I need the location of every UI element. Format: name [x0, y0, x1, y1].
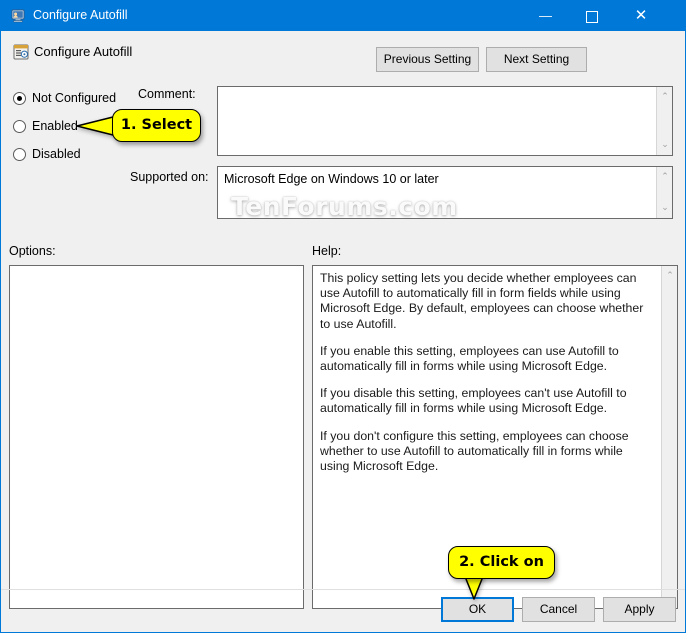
comment-scrollbar[interactable]: ⌃ ⌄	[656, 87, 672, 155]
supported-on-scrollbar[interactable]: ⌃ ⌄	[656, 167, 672, 218]
close-icon: ✕	[634, 7, 648, 24]
minimize-icon	[539, 16, 552, 17]
supported-on-label: Supported on:	[130, 170, 209, 184]
scroll-down-icon[interactable]: ⌄	[657, 201, 673, 215]
next-setting-button[interactable]: Next Setting	[486, 47, 587, 72]
comment-label: Comment:	[138, 87, 196, 101]
comment-input[interactable]: ⌃ ⌄	[217, 86, 673, 156]
previous-setting-button[interactable]: Previous Setting	[376, 47, 479, 72]
radio-disabled-label: Disabled	[32, 147, 81, 161]
help-scrollbar[interactable]: ⌃ ⌄	[661, 266, 677, 608]
policy-setting-icon	[13, 44, 29, 60]
footer-divider	[1, 589, 685, 590]
supported-on-value: Microsoft Edge on Windows 10 or later	[224, 172, 439, 186]
apply-button[interactable]: Apply	[603, 597, 676, 622]
help-text: This policy setting lets you decide whet…	[320, 271, 655, 474]
radio-disabled-mark	[13, 148, 26, 161]
radio-enabled-mark	[13, 120, 26, 133]
help-paragraph: If you enable this setting, employees ca…	[320, 343, 619, 374]
radio-not-configured-label: Not Configured	[32, 91, 117, 105]
policy-computer-icon	[11, 9, 25, 23]
maximize-button[interactable]	[569, 0, 615, 31]
minimize-button[interactable]	[523, 0, 569, 31]
help-paragraph: If you disable this setting, employees c…	[320, 386, 627, 416]
options-label: Options:	[9, 244, 56, 258]
radio-enabled-label: Enabled	[32, 119, 78, 133]
scroll-up-icon[interactable]: ⌃	[657, 90, 673, 104]
cancel-button[interactable]: Cancel	[522, 597, 595, 622]
help-paragraph: If you don't configure this setting, emp…	[320, 428, 629, 474]
close-button[interactable]: ✕	[617, 0, 665, 31]
callout-step2: 2. Click on	[448, 546, 555, 579]
scroll-down-icon[interactable]: ⌄	[657, 138, 673, 152]
maximize-icon	[586, 11, 598, 23]
callout-step1: 1. Select	[112, 109, 201, 142]
policy-name-heading: Configure Autofill	[34, 44, 133, 59]
help-label: Help:	[312, 244, 342, 258]
supported-on-field[interactable]: Microsoft Edge on Windows 10 or later ⌃ …	[217, 166, 673, 219]
scroll-up-icon[interactable]: ⌃	[657, 170, 673, 184]
radio-not-configured-mark	[13, 92, 26, 105]
scroll-up-icon[interactable]: ⌃	[662, 269, 678, 283]
window-title: Configure Autofill	[33, 8, 128, 22]
configure-autofill-dialog: Configure Autofill ✕ Configure Autofill …	[0, 0, 686, 633]
help-paragraph: This policy setting lets you decide whet…	[320, 271, 644, 331]
title-bar: Configure Autofill ✕	[1, 0, 685, 31]
options-panel[interactable]	[9, 265, 304, 609]
